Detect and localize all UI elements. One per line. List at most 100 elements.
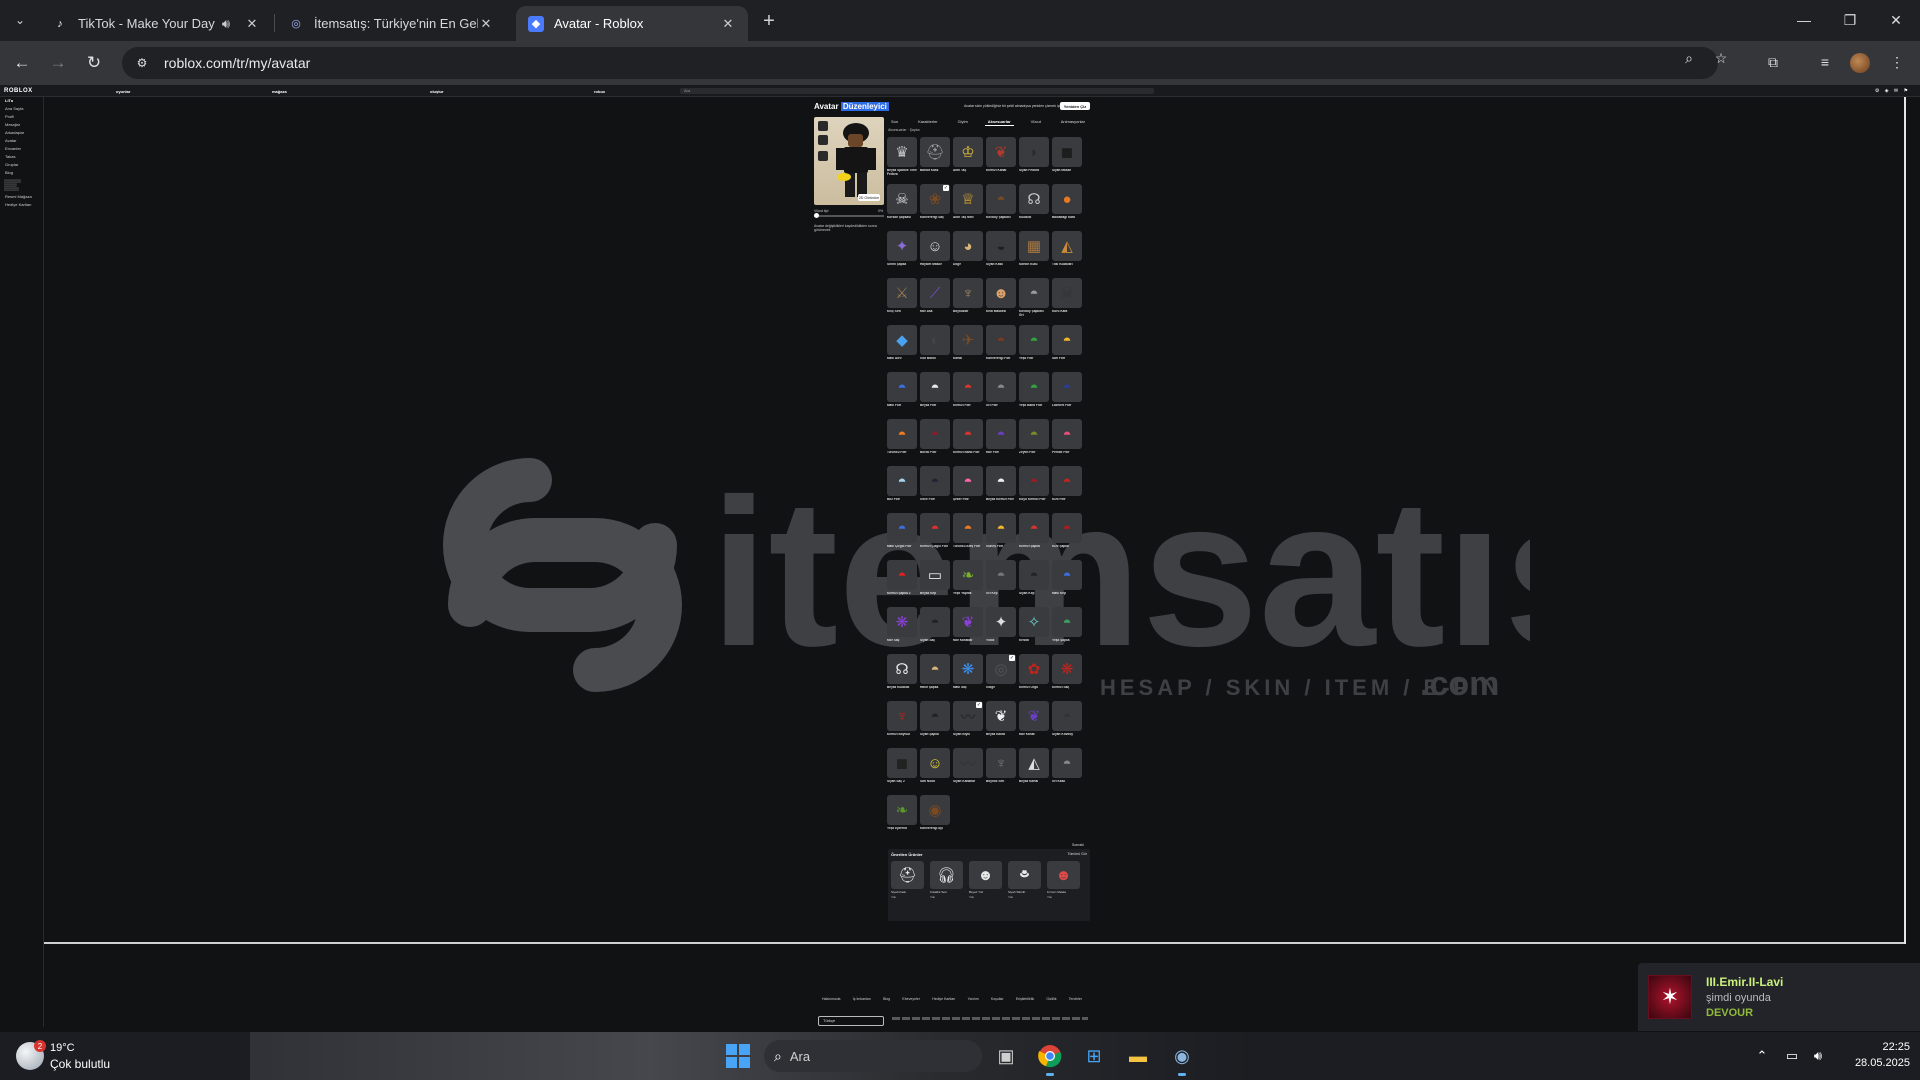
accessory-item[interactable]: ● Balkabağı Kafa bbox=[1052, 184, 1082, 231]
accessory-item[interactable]: ☺ Sarı Noob bbox=[920, 748, 950, 795]
accessory-item[interactable]: ◎ ✓ Gölge bbox=[986, 654, 1016, 701]
reload-icon[interactable]: ↻ bbox=[82, 51, 106, 75]
minimize-icon[interactable]: — bbox=[1790, 8, 1818, 32]
taskbar-search[interactable]: ⌕ Ara bbox=[764, 1040, 982, 1072]
restore-icon[interactable]: ❐ bbox=[1836, 8, 1864, 32]
close-tab-icon[interactable]: ✕ bbox=[720, 16, 736, 32]
roblox-search-input[interactable]: Ara bbox=[680, 88, 1154, 94]
accessory-item[interactable]: ☠ Korsan Şapkası bbox=[887, 184, 917, 231]
close-window-icon[interactable]: ✕ bbox=[1882, 8, 1910, 32]
tab-tiktok[interactable]: ♪ TikTok - Make Your Day 🔊︎ ✕ bbox=[40, 6, 272, 41]
accessory-item[interactable]: ◐ Göz Bandı bbox=[920, 325, 950, 372]
zoom-icon[interactable]: ⌕ bbox=[1680, 49, 1698, 67]
nav-marketplace[interactable]: mağaza bbox=[272, 89, 287, 94]
task-view-icon[interactable]: ▣ bbox=[990, 1040, 1022, 1072]
accessory-item[interactable]: ❧ Yeşil Ejderha bbox=[887, 795, 917, 842]
accessory-item[interactable]: ❀ ✓ Kahverengi Saç bbox=[920, 184, 950, 231]
tab-itemsatis[interactable]: ◎ İtemsatış: Türkiye'nin En Gelişmi ✕ bbox=[276, 6, 506, 41]
accessory-item[interactable]: ⛑ Bandit Kask bbox=[920, 137, 950, 184]
accessory-item[interactable]: ◓ Koyu Kırmızı Fötr bbox=[1019, 466, 1049, 513]
accessory-item[interactable]: ◓ Gri Kask bbox=[1052, 748, 1082, 795]
toggle-2d-button[interactable]: 2D Görünüm bbox=[858, 194, 880, 201]
accessory-item[interactable]: ◓ Kırmızı Şapka bbox=[1019, 513, 1049, 560]
accessory-item[interactable]: ◓ Gece Fötr bbox=[920, 466, 950, 513]
tab-recent[interactable]: Son bbox=[888, 118, 901, 126]
language-select[interactable]: Türkçe bbox=[818, 1016, 884, 1026]
accessory-item[interactable]: ◓ Zeytin Fötr bbox=[1019, 419, 1049, 466]
accessory-item[interactable]: ▦ Karton Kutu bbox=[1019, 231, 1049, 278]
accessory-item[interactable]: ☊ Beyaz Kulaklık bbox=[887, 654, 917, 701]
accessory-item[interactable]: ♔ Altın Taç bbox=[953, 137, 983, 184]
weather-temperature[interactable]: 19°C bbox=[50, 1042, 75, 1054]
sidebar-item-user[interactable]: LiTo bbox=[0, 97, 43, 105]
tab-characters[interactable]: Karakterler bbox=[915, 118, 941, 126]
accessory-item[interactable]: ⟋ Mor Asa bbox=[920, 278, 950, 325]
profile-avatar-icon[interactable] bbox=[1850, 53, 1870, 73]
steam-icon[interactable]: ◉ bbox=[1166, 1040, 1198, 1076]
sidebar-item-trade[interactable]: Takas bbox=[0, 153, 43, 161]
clock-time[interactable]: 22:25 bbox=[1854, 1041, 1910, 1053]
accessory-item[interactable]: ☻ Kedi Maskesi bbox=[986, 278, 1016, 325]
accessory-item[interactable]: ◓ Kırmızı Band Fötr bbox=[953, 419, 983, 466]
accessory-item[interactable]: ⚔ Kılıç Sırtı bbox=[887, 278, 917, 325]
accessory-item[interactable]: ◓ Güneş Fötr bbox=[986, 513, 1016, 560]
accessory-item[interactable]: ✿ Kırmızı Örgü bbox=[1019, 654, 1049, 701]
accessory-item[interactable]: ◓ Buz Fötr bbox=[887, 466, 917, 513]
recommended-item[interactable]: ☻ Kırmızı Maske Yok bbox=[1047, 861, 1080, 899]
accessory-item[interactable]: ◓ Turuncu Ateş Fötr bbox=[953, 513, 983, 560]
accessory-item[interactable]: ◓ Mor Fötr bbox=[986, 419, 1016, 466]
accessory-item[interactable]: ◓ Kızıl Şapka bbox=[1052, 513, 1082, 560]
site-info-icon[interactable]: ⚙︎ bbox=[134, 55, 150, 71]
accessory-item[interactable]: ◭ Tilki Kulakları bbox=[1052, 231, 1082, 278]
recommended-item[interactable]: ☻ Beyaz Yüz Yok bbox=[969, 861, 1002, 899]
sidebar-item-blog[interactable]: Blog bbox=[0, 169, 43, 177]
accessory-item[interactable]: ◓ Turuncu Fötr bbox=[887, 419, 917, 466]
accessory-item[interactable]: ❦ Kırmızı Kanat bbox=[986, 137, 1016, 184]
accessory-item[interactable]: ❋ Mor Saç bbox=[887, 607, 917, 654]
accessory-item[interactable]: ❦ Beyaz Kanat bbox=[986, 701, 1016, 748]
redraw-button[interactable]: Yeniden Çiz bbox=[1060, 102, 1090, 110]
address-bar[interactable]: ⚙︎ roblox.com/tr/my/avatar bbox=[122, 47, 1718, 79]
see-all-link[interactable]: Tümünü Gör bbox=[1067, 852, 1087, 856]
footer-link[interactable]: Koşullar bbox=[991, 997, 1004, 1001]
accessory-item[interactable]: ♕ Altın Taç Mini bbox=[953, 184, 983, 231]
accessory-item[interactable]: ❦ Mor Kanat bbox=[1019, 701, 1049, 748]
accessory-item[interactable]: ◓ Siyah Kep bbox=[1019, 560, 1049, 607]
footer-link[interactable]: Yardım bbox=[968, 997, 979, 1001]
accessory-item[interactable]: ◓ Gri Kep bbox=[986, 560, 1016, 607]
accessory-item[interactable]: ✦ Yıldız bbox=[986, 607, 1016, 654]
media-control-icon[interactable]: ≡ bbox=[1814, 51, 1836, 73]
accessory-item[interactable]: ◓ Kırmızı Şapka 2 bbox=[887, 560, 917, 607]
accessory-item[interactable]: ◗ Siyah Fedora bbox=[1019, 137, 1049, 184]
tab-accessories[interactable]: Aksesuarlar bbox=[984, 118, 1014, 126]
tab-roblox-avatar[interactable]: ◆ Avatar - Roblox ✕ bbox=[516, 6, 748, 41]
nav-create[interactable]: oluştur bbox=[430, 89, 444, 94]
accessory-item[interactable]: 〰 Siyah Kanatlar bbox=[953, 748, 983, 795]
accessory-item[interactable]: ◓ Hasır Şapka bbox=[920, 654, 950, 701]
roblox-logo[interactable]: ROBLOX bbox=[4, 88, 33, 94]
accessory-item[interactable]: ◒ Siyah Kask bbox=[986, 231, 1016, 278]
sidebar-item-gift-cards[interactable]: Hediye Kartları bbox=[0, 201, 43, 209]
accessory-item[interactable]: ◓ Kırmızı Fötr bbox=[953, 372, 983, 419]
footer-link[interactable]: İş İmkanları bbox=[853, 997, 871, 1001]
accessory-item[interactable]: ❧ Yeşil Yaprak bbox=[953, 560, 983, 607]
accessory-item[interactable]: ✧ Kristal bbox=[1019, 607, 1049, 654]
accessory-item[interactable]: ◓ Bordo Fötr bbox=[920, 419, 950, 466]
recommended-item[interactable]: 🎩︎ Siyah Silindir Yok bbox=[1008, 861, 1041, 899]
chrome-menu-icon[interactable]: ⋮ bbox=[1886, 51, 1908, 73]
accessory-item[interactable]: ☠ Kuru Kafa bbox=[1052, 278, 1082, 325]
sidebar-item-inventory[interactable]: Envanter bbox=[0, 145, 43, 153]
body-type-slider[interactable] bbox=[814, 213, 884, 218]
accessory-item[interactable]: ◆ Mavi Alev bbox=[887, 325, 917, 372]
footer-link[interactable]: Erişilebilirlik bbox=[1016, 997, 1034, 1001]
accessory-item[interactable]: ◉ Kahverengi Ayı bbox=[920, 795, 950, 842]
accessory-item[interactable]: ♆ Boynuz Seti bbox=[986, 748, 1016, 795]
tab-animations[interactable]: Animasyonlar bbox=[1058, 118, 1088, 126]
accessory-item[interactable]: ◓ Mavi Çizgili Fötr bbox=[887, 513, 917, 560]
close-tab-icon[interactable]: ✕ bbox=[478, 16, 494, 32]
sidebar-item-messages[interactable]: Mesajlar bbox=[0, 121, 43, 129]
new-tab-plus-icon[interactable]: + bbox=[757, 9, 781, 33]
accessory-item[interactable]: ◓ Beyaz Fötr bbox=[920, 372, 950, 419]
accessory-item[interactable]: ▭ Beyaz Kep bbox=[920, 560, 950, 607]
tab-search-chevron-icon[interactable]: ⌄ bbox=[8, 8, 32, 32]
